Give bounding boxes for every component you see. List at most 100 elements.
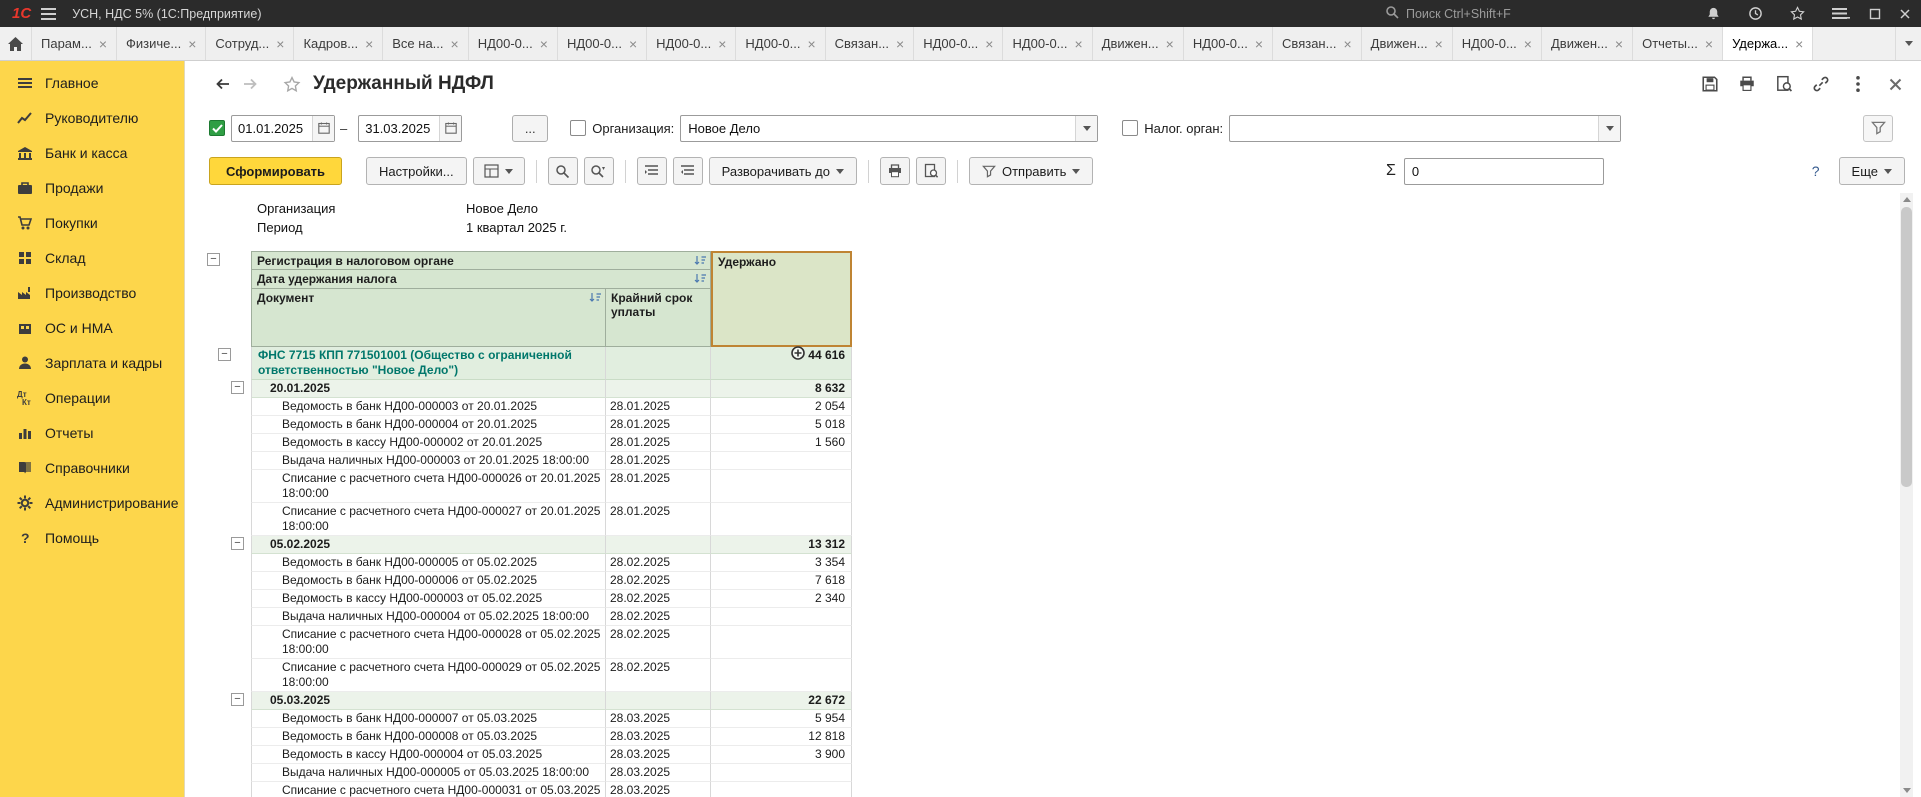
withheld-cell[interactable]: 12 818	[711, 728, 852, 746]
sidebar-item-person[interactable]: Зарплата и кадры	[0, 345, 184, 380]
withheld-cell[interactable]: 2 054	[711, 398, 852, 416]
close-window-button[interactable]	[1891, 2, 1918, 25]
history-clock-icon[interactable]	[1742, 2, 1769, 25]
info-org-label[interactable]: Организация	[251, 201, 466, 216]
chevron-down-icon[interactable]	[1598, 116, 1620, 141]
withheld-cell[interactable]: 1 560	[711, 434, 852, 452]
period-variants-button[interactable]: ...	[512, 115, 548, 142]
deadline-cell[interactable]	[606, 692, 711, 710]
more-actions-kebab-icon[interactable]	[1846, 72, 1870, 96]
tab-close-icon[interactable]: ×	[1615, 37, 1623, 51]
back-button[interactable]	[209, 71, 236, 98]
withheld-cell[interactable]: 7 618	[711, 572, 852, 590]
notifications-bell-icon[interactable]	[1700, 2, 1727, 25]
organization-checkbox[interactable]	[570, 120, 586, 136]
sidebar-item-assets[interactable]: ОС и НМА	[0, 310, 184, 345]
save-icon[interactable]	[1698, 72, 1722, 96]
tax-office-combo[interactable]	[1229, 115, 1621, 142]
tab-close-icon[interactable]: ×	[1705, 37, 1713, 51]
sidebar-item-briefcase[interactable]: Продажи	[0, 170, 184, 205]
withheld-cell[interactable]	[711, 452, 852, 470]
expand-to-button[interactable]: Разворачивать до	[709, 157, 857, 185]
tab-2[interactable]: Физиче...×	[117, 27, 206, 60]
withheld-cell[interactable]: 13 312	[711, 536, 852, 554]
document-cell[interactable]: Ведомость в банк НД00-000003 от 20.01.20…	[251, 398, 606, 416]
tab-11[interactable]: НД00-0...×	[914, 27, 1003, 60]
withheld-cell[interactable]: 5 018	[711, 416, 852, 434]
vertical-scrollbar[interactable]	[1900, 193, 1913, 797]
tab-19[interactable]: Отчеты...×	[1633, 27, 1723, 60]
tab-close-icon[interactable]: ×	[1343, 37, 1351, 51]
calendar-icon[interactable]	[439, 116, 461, 141]
sidebar-item-bank[interactable]: Банк и касса	[0, 135, 184, 170]
info-period-value[interactable]: 1 квартал 2025 г.	[466, 220, 567, 235]
info-period-label[interactable]: Период	[251, 220, 466, 235]
document-cell[interactable]: ФНС 7715 КПП 771501001 (Общество с огран…	[251, 347, 606, 380]
sidebar-item-dtkt[interactable]: ДтКтОперации	[0, 380, 184, 415]
minimize-window-button[interactable]	[1831, 2, 1858, 25]
withheld-cell[interactable]	[711, 470, 852, 503]
document-cell[interactable]: Списание с расчетного счета НД00-000031 …	[251, 782, 606, 797]
deadline-cell[interactable]: 28.02.2025	[606, 554, 711, 572]
add-favorite-star-icon[interactable]	[283, 76, 301, 93]
tab-14[interactable]: НД00-0...×	[1184, 27, 1273, 60]
deadline-cell[interactable]: 28.03.2025	[606, 728, 711, 746]
tab-close-icon[interactable]: ×	[99, 37, 107, 51]
collapse-group-button[interactable]: −	[231, 381, 244, 394]
deadline-cell[interactable]: 28.01.2025	[606, 470, 711, 503]
deadline-cell[interactable]: 28.03.2025	[606, 764, 711, 782]
document-cell[interactable]: Ведомость в кассу НД00-000003 от 05.02.2…	[251, 590, 606, 608]
document-cell[interactable]: 05.02.2025	[251, 536, 606, 554]
deadline-cell[interactable]	[606, 380, 711, 398]
tab-close-icon[interactable]: ×	[188, 37, 196, 51]
document-cell[interactable]: Ведомость в банк НД00-000008 от 05.03.20…	[251, 728, 606, 746]
sort-icon[interactable]	[694, 273, 707, 288]
deadline-cell[interactable]: 28.02.2025	[606, 659, 711, 692]
deadline-cell[interactable]: 28.01.2025	[606, 452, 711, 470]
tab-close-icon[interactable]: ×	[1166, 37, 1174, 51]
info-org-value[interactable]: Новое Дело	[466, 201, 538, 216]
document-header-cell[interactable]: Документ	[251, 289, 606, 347]
withheld-cell[interactable]: 44 616	[711, 347, 852, 380]
sort-icon[interactable]	[694, 255, 707, 270]
more-button[interactable]: Еще	[1839, 157, 1905, 185]
tab-overflow-icon[interactable]	[1895, 27, 1921, 60]
document-cell[interactable]: Ведомость в кассу НД00-000004 от 05.03.2…	[251, 746, 606, 764]
tab-close-icon[interactable]: ×	[1435, 37, 1443, 51]
deadline-cell[interactable]: 28.02.2025	[606, 572, 711, 590]
collapse-all-group-button[interactable]: −	[207, 253, 220, 266]
find-icon[interactable]	[548, 157, 578, 185]
print-icon[interactable]	[880, 157, 910, 185]
collapse-group-button[interactable]: −	[231, 537, 244, 550]
generate-report-button[interactable]: Сформировать	[209, 157, 342, 185]
withheld-cell[interactable]	[711, 659, 852, 692]
sidebar-item-help[interactable]: ?Помощь	[0, 520, 184, 555]
sidebar-item-warehouse[interactable]: Склад	[0, 240, 184, 275]
deadline-cell[interactable]: 28.03.2025	[606, 746, 711, 764]
tab-9[interactable]: НД00-0...×	[736, 27, 825, 60]
document-cell[interactable]: Ведомость в банк НД00-000004 от 20.01.20…	[251, 416, 606, 434]
withheld-cell[interactable]: 2 340	[711, 590, 852, 608]
withheld-cell[interactable]: 5 954	[711, 710, 852, 728]
tab-close-icon[interactable]: ×	[807, 37, 815, 51]
tab-8[interactable]: НД00-0...×	[647, 27, 736, 60]
document-cell[interactable]: 05.03.2025	[251, 692, 606, 710]
sidebar-item-cart[interactable]: Покупки	[0, 205, 184, 240]
document-cell[interactable]: Ведомость в кассу НД00-000002 от 20.01.2…	[251, 434, 606, 452]
forward-button[interactable]	[236, 71, 263, 98]
sidebar-item-menu-lines[interactable]: Главное	[0, 65, 184, 100]
sidebar-item-factory[interactable]: Производство	[0, 275, 184, 310]
sidebar-item-line-chart[interactable]: Руководителю	[0, 100, 184, 135]
period-checkbox[interactable]	[209, 120, 225, 136]
deadline-cell[interactable]: 28.01.2025	[606, 398, 711, 416]
document-cell[interactable]: Ведомость в банк НД00-000006 от 05.02.20…	[251, 572, 606, 590]
tab-close-icon[interactable]: ×	[451, 37, 459, 51]
close-form-icon[interactable]	[1883, 72, 1907, 96]
tab-close-icon[interactable]: ×	[985, 37, 993, 51]
withheld-cell[interactable]	[711, 764, 852, 782]
chevron-down-icon[interactable]	[1075, 116, 1097, 141]
document-cell[interactable]: Ведомость в банк НД00-000005 от 05.02.20…	[251, 554, 606, 572]
tab-close-icon[interactable]: ×	[1524, 37, 1532, 51]
withheld-cell[interactable]: 3 900	[711, 746, 852, 764]
scroll-up-icon[interactable]	[1900, 193, 1913, 206]
